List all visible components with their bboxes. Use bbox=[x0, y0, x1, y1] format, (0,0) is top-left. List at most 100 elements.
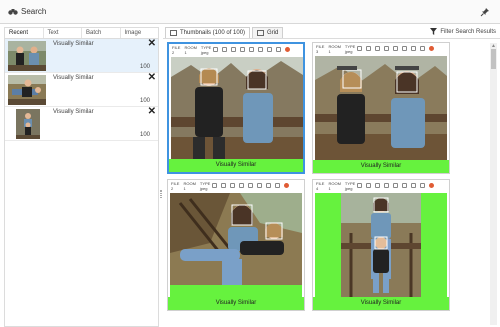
tab-grid[interactable]: Grid bbox=[252, 27, 284, 38]
flag-icon[interactable] bbox=[285, 47, 290, 52]
panel-splitter[interactable] bbox=[160, 190, 162, 198]
result-card[interactable]: FILE 2 ROOM 1 TYPE jpeg Visually Similar bbox=[167, 42, 305, 174]
filter-icon bbox=[430, 28, 438, 35]
title-bar: Search bbox=[0, 0, 500, 24]
export-icon[interactable] bbox=[231, 47, 236, 52]
search-thumbnail bbox=[8, 75, 46, 105]
tab-grid-label: Grid bbox=[267, 30, 279, 36]
filter-search-results-button[interactable]: Filter Search Results bbox=[430, 28, 496, 35]
card-toolbar: FILE 3 ROOM 1 TYPE jpeg bbox=[313, 43, 449, 56]
tab-text[interactable]: Text bbox=[44, 28, 82, 38]
meta-value: 1 bbox=[328, 185, 331, 191]
scrollbar-thumb[interactable] bbox=[491, 49, 496, 69]
search-icon[interactable] bbox=[393, 46, 398, 51]
search-result-row[interactable]: Visually Similar 100 ✕ bbox=[5, 107, 158, 141]
result-photo bbox=[315, 56, 447, 160]
meta-value: jpeg bbox=[344, 48, 353, 54]
tag-icon[interactable] bbox=[384, 46, 389, 51]
search-icon[interactable] bbox=[393, 183, 398, 188]
filter-label: Filter Search Results bbox=[440, 28, 496, 35]
window-title: Search bbox=[21, 7, 47, 16]
result-label: Visually Similar bbox=[53, 75, 94, 81]
card-actions bbox=[357, 183, 434, 188]
close-icon[interactable]: ✕ bbox=[148, 107, 156, 117]
card-actions bbox=[212, 183, 289, 188]
edit-icon[interactable] bbox=[275, 183, 280, 188]
result-card[interactable]: FILE 2 ROOM 1 TYPE jpeg Visually Similar bbox=[167, 179, 305, 311]
result-card[interactable]: FILE 3 ROOM 1 TYPE jpeg Visually Similar bbox=[312, 42, 450, 174]
compare-icon[interactable] bbox=[266, 183, 271, 188]
tab-thumbnails-label: Thumbnails (100 of 100) bbox=[180, 30, 246, 36]
tab-thumbnails[interactable]: Thumbnails (100 of 100) bbox=[165, 27, 251, 38]
grid-icon bbox=[257, 30, 265, 36]
tag-icon[interactable] bbox=[240, 47, 245, 52]
meta-value: 1 bbox=[184, 49, 187, 55]
result-photo bbox=[315, 193, 447, 297]
search-icon[interactable] bbox=[248, 183, 253, 188]
copy-icon[interactable] bbox=[212, 183, 217, 188]
compare-icon[interactable] bbox=[411, 183, 416, 188]
result-score: 100 bbox=[139, 64, 150, 70]
binoculars-icon bbox=[8, 9, 18, 15]
share-icon[interactable] bbox=[366, 183, 371, 188]
tag-icon[interactable] bbox=[239, 183, 244, 188]
tools-icon[interactable] bbox=[402, 183, 407, 188]
thumbnails-icon bbox=[170, 30, 177, 36]
export-icon[interactable] bbox=[230, 183, 235, 188]
match-label: Visually Similar bbox=[313, 297, 449, 310]
close-icon[interactable]: ✕ bbox=[148, 73, 156, 83]
compare-icon[interactable] bbox=[411, 46, 416, 51]
export-icon[interactable] bbox=[375, 183, 380, 188]
meta-value: 2 bbox=[172, 49, 175, 55]
compare-icon[interactable] bbox=[267, 47, 272, 52]
edit-icon[interactable] bbox=[420, 46, 425, 51]
result-label: Visually Similar bbox=[53, 109, 94, 115]
pin-icon[interactable] bbox=[480, 7, 490, 17]
card-actions bbox=[213, 47, 290, 52]
edit-icon[interactable] bbox=[276, 47, 281, 52]
result-photo bbox=[170, 193, 302, 297]
result-photo bbox=[171, 57, 303, 161]
share-icon[interactable] bbox=[222, 47, 227, 52]
tools-icon[interactable] bbox=[402, 46, 407, 51]
meta-value: 1 bbox=[183, 185, 186, 191]
meta-value: 4 bbox=[316, 185, 319, 191]
result-card[interactable]: FILE 4 ROOM 1 TYPE jpeg Visually Similar bbox=[312, 179, 450, 311]
result-score: 100 bbox=[139, 132, 150, 138]
search-thumbnail bbox=[8, 41, 46, 71]
vertical-scrollbar[interactable]: ▲ bbox=[490, 43, 497, 325]
card-actions bbox=[357, 46, 434, 51]
tab-image[interactable]: Image bbox=[121, 28, 159, 38]
flag-icon[interactable] bbox=[429, 183, 434, 188]
match-label: Visually Similar bbox=[169, 159, 303, 172]
flag-icon[interactable] bbox=[284, 183, 289, 188]
tag-icon[interactable] bbox=[384, 183, 389, 188]
meta-value: 2 bbox=[171, 185, 174, 191]
meta-value: jpeg bbox=[344, 185, 353, 191]
card-metadata: FILE 3 ROOM 1 TYPE jpeg bbox=[316, 44, 355, 54]
card-metadata: FILE 2 ROOM 1 TYPE jpeg bbox=[172, 45, 211, 55]
search-history-panel: Recent Text Batch Image Visually Similar… bbox=[4, 27, 159, 327]
share-icon[interactable] bbox=[221, 183, 226, 188]
meta-value: 1 bbox=[328, 48, 331, 54]
card-metadata: FILE 2 ROOM 1 TYPE jpeg bbox=[171, 181, 210, 191]
copy-icon[interactable] bbox=[357, 46, 362, 51]
result-label: Visually Similar bbox=[53, 41, 94, 47]
search-result-row[interactable]: Visually Similar 100 ✕ bbox=[5, 73, 158, 107]
export-icon[interactable] bbox=[375, 46, 380, 51]
close-icon[interactable]: ✕ bbox=[148, 39, 156, 49]
copy-icon[interactable] bbox=[357, 183, 362, 188]
tools-icon[interactable] bbox=[258, 47, 263, 52]
edit-icon[interactable] bbox=[420, 183, 425, 188]
card-toolbar: FILE 2 ROOM 1 TYPE jpeg bbox=[169, 44, 303, 57]
tab-batch[interactable]: Batch bbox=[82, 28, 121, 38]
flag-icon[interactable] bbox=[429, 46, 434, 51]
copy-icon[interactable] bbox=[213, 47, 218, 52]
tab-recent[interactable]: Recent bbox=[5, 28, 44, 38]
tools-icon[interactable] bbox=[257, 183, 262, 188]
search-icon[interactable] bbox=[249, 47, 254, 52]
search-result-row[interactable]: Visually Similar 100 ✕ bbox=[5, 39, 158, 73]
meta-value: jpeg bbox=[199, 185, 208, 191]
share-icon[interactable] bbox=[366, 46, 371, 51]
card-toolbar: FILE 4 ROOM 1 TYPE jpeg bbox=[313, 180, 449, 193]
